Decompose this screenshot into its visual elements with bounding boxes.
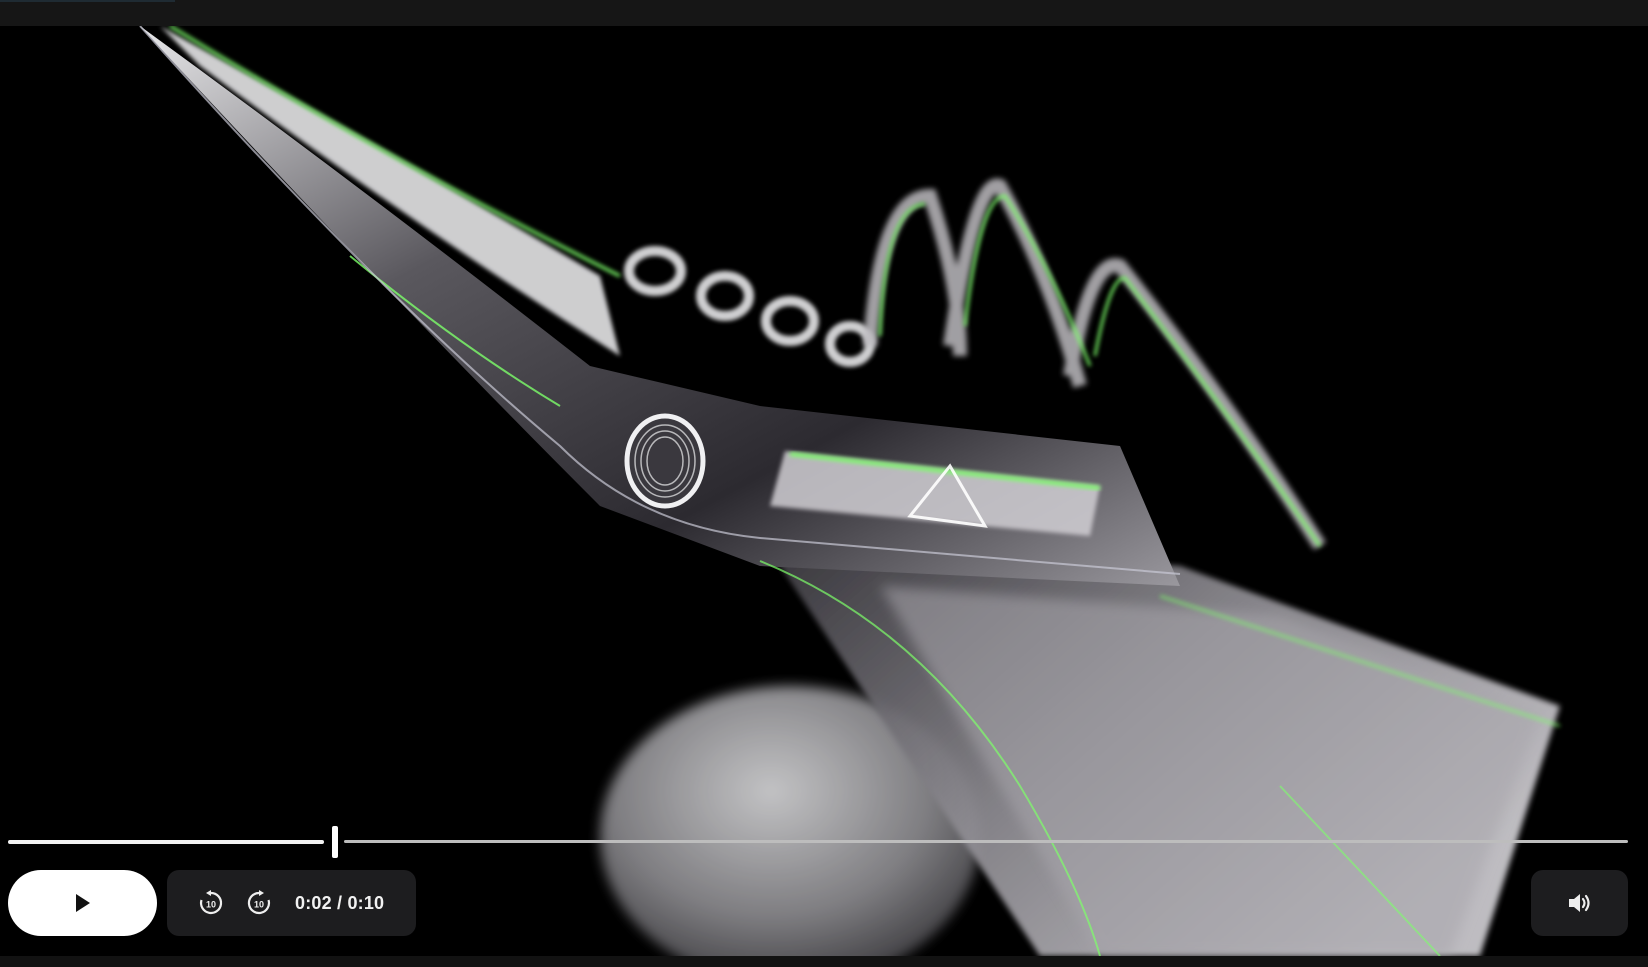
progress-remaining: [344, 840, 1628, 843]
play-icon: [75, 894, 90, 912]
progress-played: [8, 840, 324, 844]
bottom-strip: [0, 956, 1648, 967]
rewind-10-icon: 10: [199, 890, 223, 915]
video-frame[interactable]: [0, 26, 1648, 956]
elapsed-time: 0:02: [295, 892, 332, 913]
rewind-10-label: 10: [206, 900, 216, 910]
volume-button[interactable]: [1531, 870, 1628, 936]
time-separator: /: [331, 892, 348, 913]
duration-time: 0:10: [347, 892, 385, 913]
top-bar: [0, 0, 1648, 26]
time-readout: 0:02 / 0:10: [295, 893, 384, 914]
playback-controls: 10 10 0:02 / 0:10: [167, 870, 416, 936]
video-artwork: [139, 26, 1561, 956]
progress-scrubber-handle[interactable]: [332, 826, 338, 858]
top-accent-line: [0, 0, 175, 2]
forward-10-label: 10: [254, 900, 264, 910]
rewind-10-button[interactable]: 10: [197, 889, 225, 917]
volume-icon: [1568, 894, 1590, 912]
play-button[interactable]: [8, 870, 157, 936]
forward-10-button[interactable]: 10: [245, 889, 273, 917]
forward-10-icon: 10: [247, 890, 271, 915]
progress-bar[interactable]: [8, 826, 1628, 858]
